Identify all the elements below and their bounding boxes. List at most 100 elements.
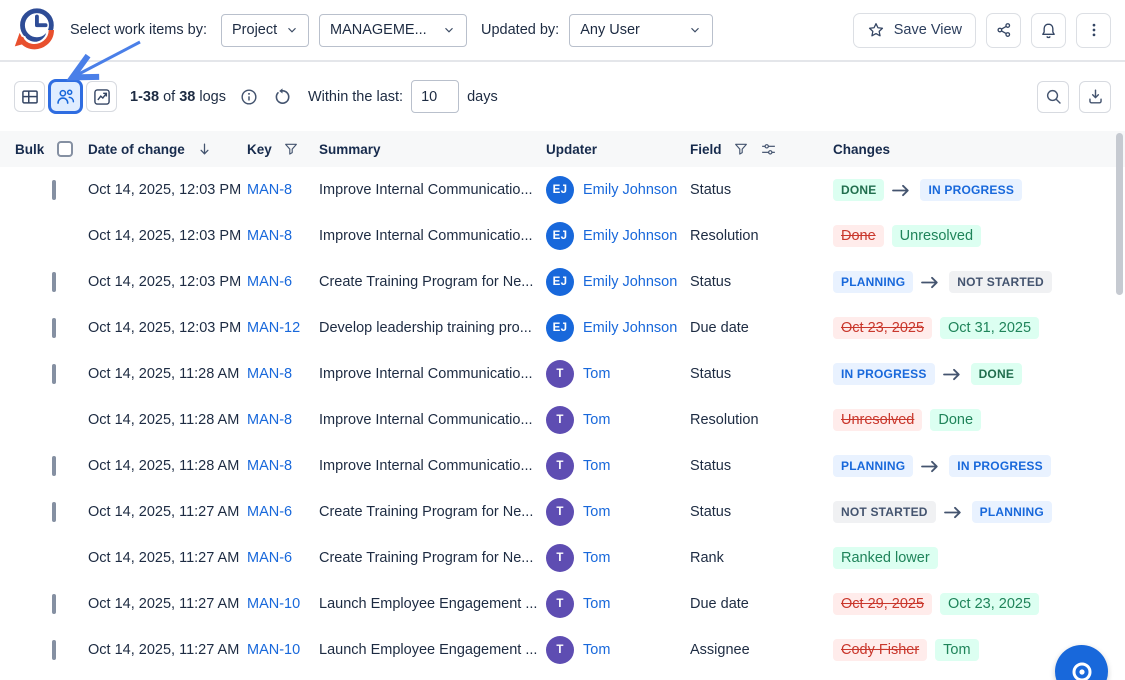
changes-cell: PLANNINGIN PROGRESS — [833, 455, 1125, 477]
arrow-right-icon — [943, 368, 963, 381]
updater-link[interactable]: Tom — [583, 596, 610, 612]
field-name: Status — [690, 458, 833, 474]
table-row: Oct 14, 2025, 11:27 AM MAN-6 Create Trai… — [0, 535, 1125, 581]
notifications-button[interactable] — [1031, 13, 1066, 48]
key-link[interactable]: MAN-8 — [247, 182, 292, 198]
key-link[interactable]: MAN-8 — [247, 412, 292, 428]
key-link[interactable]: MAN-12 — [247, 320, 300, 336]
updater-link[interactable]: Tom — [583, 458, 610, 474]
field-name: Assignee — [690, 642, 833, 658]
date-of-change: Oct 14, 2025, 11:27 AM — [88, 642, 247, 658]
sort-down-icon[interactable] — [196, 141, 213, 158]
key-link[interactable]: MAN-8 — [247, 228, 292, 244]
vertical-scrollbar[interactable] — [1116, 133, 1123, 295]
refresh-button[interactable] — [272, 87, 292, 107]
key-link[interactable]: MAN-8 — [247, 458, 292, 474]
avatar: T — [546, 498, 574, 526]
summary-text: Launch Employee Engagement ... — [319, 642, 546, 658]
date-of-change: Oct 14, 2025, 11:27 AM — [88, 504, 247, 520]
chart-view-button[interactable] — [86, 81, 117, 112]
date-of-change: Oct 14, 2025, 11:28 AM — [88, 366, 247, 382]
key-link[interactable]: MAN-10 — [247, 642, 300, 658]
kebab-menu-icon — [1085, 21, 1103, 39]
project-dropdown[interactable]: MANAGEME... — [319, 14, 467, 47]
download-button[interactable] — [1079, 81, 1111, 113]
updater-link[interactable]: Tom — [583, 550, 610, 566]
field-name: Status — [690, 366, 833, 382]
row-checkbox[interactable] — [52, 364, 56, 384]
avatar: EJ — [546, 222, 574, 250]
updater-link[interactable]: Tom — [583, 412, 610, 428]
row-checkbox[interactable] — [52, 180, 56, 200]
summary-text: Create Training Program for Ne... — [319, 550, 546, 566]
arrow-right-icon — [892, 184, 912, 197]
summary-text: Launch Employee Engagement ... — [319, 596, 546, 612]
table-row: Oct 14, 2025, 11:27 AM MAN-6 Create Trai… — [0, 489, 1125, 535]
table-row: Oct 14, 2025, 11:27 AM MAN-10 Launch Emp… — [0, 581, 1125, 627]
changes-cell: PLANNINGNOT STARTED — [833, 271, 1125, 293]
table-view-button[interactable] — [14, 81, 45, 112]
filter-funnel-icon[interactable] — [733, 141, 749, 157]
field-name: Due date — [690, 596, 833, 612]
summary-text: Develop leadership training pro... — [319, 320, 546, 336]
updater-link[interactable]: Emily Johnson — [583, 320, 677, 336]
updater-column-header: Updater — [546, 142, 597, 157]
row-checkbox[interactable] — [52, 318, 56, 338]
target-fab-icon — [1069, 659, 1095, 680]
arrow-right-icon — [944, 506, 964, 519]
updater-link[interactable]: Emily Johnson — [583, 182, 677, 198]
summary-text: Improve Internal Communicatio... — [319, 458, 546, 474]
date-of-change: Oct 14, 2025, 12:03 PM — [88, 320, 247, 336]
avatar: T — [546, 452, 574, 480]
app-window: Select work items by: Project MANAGEME..… — [0, 0, 1125, 680]
people-view-button[interactable] — [48, 79, 83, 114]
table-row: Oct 14, 2025, 12:03 PM MAN-6 Create Trai… — [0, 259, 1125, 305]
more-options-button[interactable] — [1076, 13, 1111, 48]
updated-by-dropdown[interactable]: Any User — [569, 14, 713, 47]
summary-text: Improve Internal Communicatio... — [319, 182, 546, 198]
changes-cell: Oct 23, 2025Oct 31, 2025 — [833, 317, 1125, 339]
table-header: Bulk Date of change Key Summary Updater … — [0, 131, 1125, 167]
table-row: Oct 14, 2025, 11:28 AM MAN-8 Improve Int… — [0, 443, 1125, 489]
updater-link[interactable]: Tom — [583, 504, 610, 520]
filter-funnel-icon[interactable] — [283, 141, 299, 157]
key-link[interactable]: MAN-6 — [247, 550, 292, 566]
row-checkbox[interactable] — [52, 456, 56, 476]
updated-by-label: Updated by: — [481, 22, 559, 38]
row-checkbox[interactable] — [52, 594, 56, 614]
field-name: Status — [690, 274, 833, 290]
updater-link[interactable]: Emily Johnson — [583, 228, 677, 244]
avatar: T — [546, 406, 574, 434]
key-link[interactable]: MAN-6 — [247, 274, 292, 290]
change-badge: NOT STARTED — [949, 271, 1052, 293]
row-checkbox[interactable] — [52, 502, 56, 522]
updater-link[interactable]: Tom — [583, 366, 610, 382]
select-all-checkbox[interactable] — [57, 141, 73, 157]
row-checkbox[interactable] — [52, 272, 56, 292]
chevron-down-icon — [285, 23, 299, 37]
save-view-button[interactable]: Save View — [853, 13, 976, 48]
sliders-icon[interactable] — [760, 141, 777, 158]
date-of-change: Oct 14, 2025, 12:03 PM — [88, 274, 247, 290]
avatar: T — [546, 636, 574, 664]
updater-link[interactable]: Tom — [583, 642, 610, 658]
key-link[interactable]: MAN-6 — [247, 504, 292, 520]
filter-by-dropdown[interactable]: Project — [221, 14, 309, 47]
changes-cell: DoneUnresolved — [833, 225, 1125, 247]
key-link[interactable]: MAN-10 — [247, 596, 300, 612]
share-button[interactable] — [986, 13, 1021, 48]
search-button[interactable] — [1037, 81, 1069, 113]
change-badge: NOT STARTED — [833, 501, 936, 523]
date-of-change: Oct 14, 2025, 12:03 PM — [88, 228, 247, 244]
changes-cell: IN PROGRESSDONE — [833, 363, 1125, 385]
days-input[interactable] — [411, 80, 459, 113]
table-view-icon — [20, 87, 40, 107]
row-checkbox[interactable] — [52, 640, 56, 660]
updater-link[interactable]: Emily Johnson — [583, 274, 677, 290]
info-button[interactable] — [239, 87, 259, 107]
avatar: T — [546, 544, 574, 572]
change-badge: IN PROGRESS — [920, 179, 1022, 201]
key-link[interactable]: MAN-8 — [247, 366, 292, 382]
change-badge: Done — [930, 409, 981, 431]
field-column-header: Field — [690, 142, 722, 157]
